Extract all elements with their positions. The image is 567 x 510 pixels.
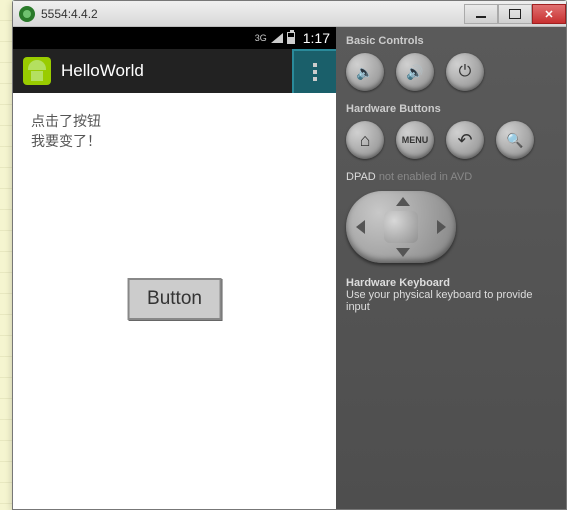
menu-button-label: MENU (402, 135, 429, 145)
emulator-window: 5554:4.4.2 ✕ 3G 1:17 HelloWorld (12, 0, 567, 510)
minimize-button[interactable] (464, 4, 498, 24)
dpad-status-text: not enabled in AVD (379, 171, 472, 183)
dpad-label-text: DPAD (346, 171, 376, 183)
volume-up-button[interactable] (396, 53, 434, 91)
android-statusbar[interactable]: 3G 1:17 (13, 27, 336, 49)
maximize-button[interactable] (498, 4, 532, 24)
basic-controls-row (346, 53, 556, 91)
dpad-left[interactable] (356, 220, 365, 234)
dpad-section-label: DPAD not enabled in AVD (346, 171, 556, 183)
device-screen: 3G 1:17 HelloWorld 点击了按钮 我要变了！ Button (13, 27, 336, 509)
hardware-keyboard-text: Use your physical keyboard to provide in… (346, 289, 556, 313)
home-button[interactable] (346, 121, 384, 159)
emulator-control-panel: Basic Controls Hardware Buttons MENU DPA… (336, 27, 566, 509)
dpad-right[interactable] (437, 220, 446, 234)
network-3g-icon: 3G (255, 33, 267, 43)
clock-text: 1:17 (303, 30, 330, 46)
message-line-1: 点击了按钮 (31, 111, 318, 131)
back-button[interactable] (446, 121, 484, 159)
editor-gutter (0, 0, 12, 510)
hardware-buttons-label: Hardware Buttons (346, 103, 556, 115)
main-button[interactable]: Button (127, 278, 222, 320)
overflow-menu-button[interactable] (292, 49, 336, 93)
dpad-down[interactable] (396, 248, 410, 257)
message-line-2: 我要变了！ (31, 131, 318, 151)
dpad-up[interactable] (396, 197, 410, 206)
hardware-keyboard-title: Hardware Keyboard (346, 277, 556, 289)
app-title: HelloWorld (61, 61, 292, 81)
window-titlebar[interactable]: 5554:4.4.2 ✕ (13, 1, 566, 27)
menu-button[interactable]: MENU (396, 121, 434, 159)
hardware-buttons-row: MENU (346, 121, 556, 159)
basic-controls-label: Basic Controls (346, 35, 556, 47)
window-title: 5554:4.4.2 (41, 7, 464, 21)
android-emulator-icon (19, 6, 35, 22)
app-content-area: 点击了按钮 我要变了！ Button (13, 93, 336, 509)
close-button[interactable]: ✕ (532, 4, 566, 24)
search-button[interactable] (496, 121, 534, 159)
volume-down-button[interactable] (346, 53, 384, 91)
emulator-body: 3G 1:17 HelloWorld 点击了按钮 我要变了！ Button Ba… (13, 27, 566, 509)
app-launcher-icon (23, 57, 51, 85)
power-button[interactable] (446, 53, 484, 91)
action-bar: HelloWorld (13, 49, 336, 93)
battery-icon (287, 32, 295, 44)
dpad-control (346, 191, 456, 263)
window-buttons: ✕ (464, 3, 566, 24)
signal-icon (271, 33, 283, 43)
